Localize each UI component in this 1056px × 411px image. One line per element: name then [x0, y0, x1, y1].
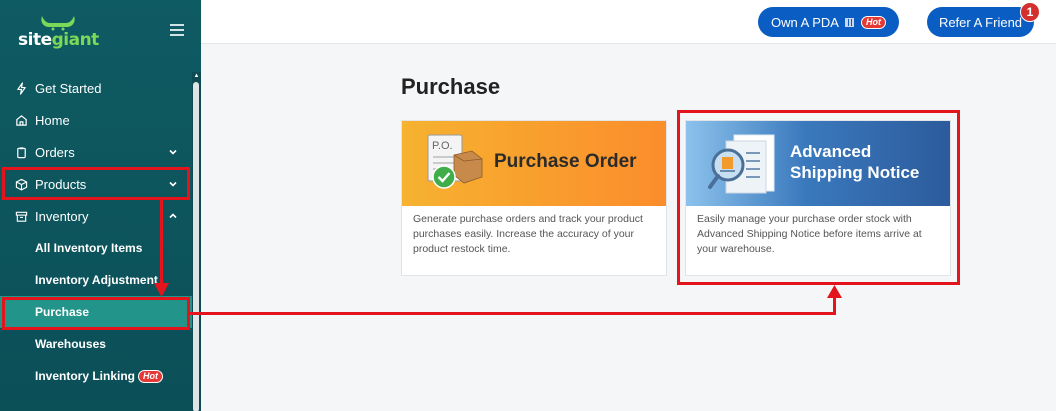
sidebar-subitem-warehouses[interactable]: Warehouses [0, 328, 192, 360]
sidebar-item-products[interactable]: Products [0, 168, 192, 200]
shipping-notice-document-icon [708, 134, 775, 194]
hot-badge: Hot [860, 15, 886, 29]
refer-button-label: Refer A Friend [938, 14, 1023, 30]
sidebar-item-label: Products [35, 176, 87, 192]
notification-count-badge: 1 [1020, 2, 1040, 22]
sidebar-item-inventory[interactable]: Inventory [0, 200, 192, 232]
purchase-order-card[interactable]: P.O. Purchase Order Generate purchase or… [401, 120, 667, 276]
asn-title-line-2: Shipping Notice [790, 163, 920, 182]
lightning-icon [14, 81, 28, 95]
qr-code-icon [844, 17, 854, 27]
annotation-arrow-line [160, 200, 163, 286]
purchase-order-banner: P.O. Purchase Order [402, 121, 666, 206]
sidebar-nav: Get Started Home Orders Products Invento… [0, 72, 192, 392]
refer-a-friend-button[interactable]: Refer A Friend [927, 7, 1034, 37]
own-a-pda-button[interactable]: Own A PDA Hot [758, 7, 899, 37]
sidebar-subitem-label: Warehouses [35, 337, 106, 351]
annotation-arrow-up-icon [827, 285, 842, 298]
chevron-up-icon [169, 213, 177, 219]
sidebar-subitem-label: Inventory Linking [35, 369, 136, 383]
annotation-arrow-down-icon [154, 283, 169, 297]
page-title: Purchase [401, 74, 501, 99]
advanced-shipping-notice-card[interactable]: Advanced Shipping Notice Easily manage y… [685, 120, 951, 276]
sidebar-subitem-label: Inventory Adjustment [35, 273, 158, 287]
top-bar: Own A PDA Hot Refer A Friend [201, 0, 1056, 44]
asn-title-line-1: Advanced [790, 142, 872, 161]
logo-wordmark: sitegiant [18, 30, 99, 50]
document-po-text: P.O. [432, 140, 453, 152]
sidebar-item-get-started[interactable]: Get Started [0, 72, 192, 104]
scroll-up-arrow-icon[interactable]: ▲ [193, 72, 200, 80]
chevron-down-icon [169, 181, 177, 187]
sidebar-item-label: Inventory [35, 208, 89, 224]
sidebar-subitem-inventory-linking[interactable]: Inventory Linking Hot [0, 360, 192, 392]
annotation-connector-riser [833, 296, 836, 315]
sidebar: sitegiant Get Started Home Orders Produc… [0, 0, 201, 411]
box-icon [14, 177, 28, 191]
sidebar-item-orders[interactable]: Orders [0, 136, 192, 168]
sidebar-subitem-all-inventory-items[interactable]: All Inventory Items [0, 232, 192, 264]
sidebar-item-label: Get Started [35, 80, 102, 96]
home-icon [14, 113, 28, 127]
sidebar-subitem-label: All Inventory Items [35, 241, 143, 255]
sidebar-subitem-purchase[interactable]: Purchase [0, 296, 192, 328]
annotation-connector-line [190, 312, 836, 315]
sidebar-subitem-label: Purchase [35, 305, 90, 319]
hamburger-menu-icon[interactable] [170, 24, 184, 36]
pda-button-label: Own A PDA [771, 14, 839, 30]
hot-badge: Hot [138, 369, 164, 383]
sidebar-item-label: Orders [35, 144, 75, 160]
chevron-down-icon [169, 149, 177, 155]
purchase-order-document-icon: P.O. [427, 134, 483, 189]
scrollbar-thumb[interactable] [193, 82, 199, 411]
archive-icon [14, 209, 28, 223]
sidebar-item-home[interactable]: Home [0, 104, 192, 136]
sidebar-item-label: Home [35, 112, 70, 128]
asn-description: Easily manage your purchase order stock … [697, 213, 922, 255]
purchase-order-description: Generate purchase orders and track your … [413, 213, 643, 255]
asn-title: Advanced Shipping Notice [790, 141, 919, 183]
sidebar-scrollbar[interactable]: ▲ [192, 72, 201, 411]
clipboard-icon [14, 145, 28, 159]
sidebar-header: sitegiant [0, 0, 201, 72]
purchase-order-title: Purchase Order [494, 151, 637, 172]
asn-banner: Advanced Shipping Notice [686, 121, 950, 206]
